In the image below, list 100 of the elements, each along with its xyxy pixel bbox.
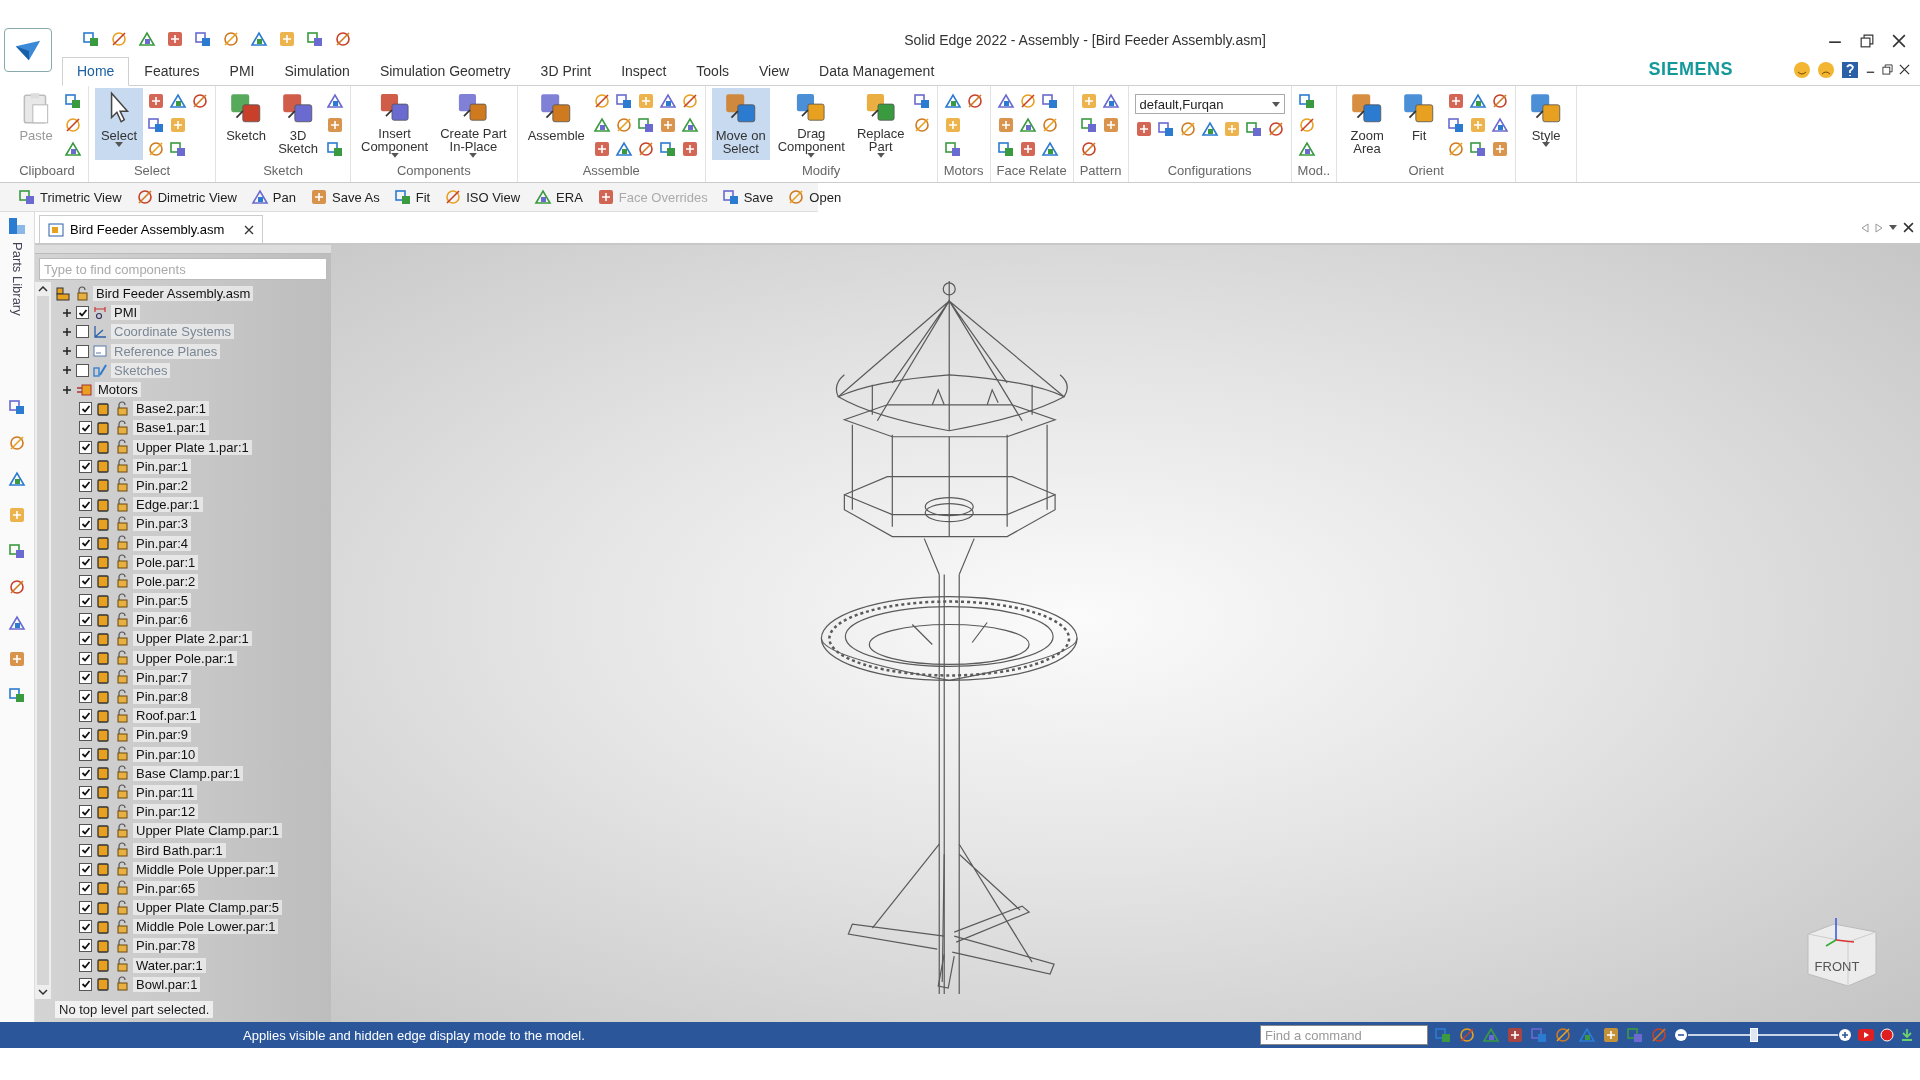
- ribbon-tab[interactable]: Simulation: [269, 57, 365, 86]
- tool-icon[interactable]: [393, 188, 412, 206]
- checkbox[interactable]: [79, 517, 92, 531]
- tree-item[interactable]: Pin.par:12: [133, 804, 199, 820]
- tool-icon[interactable]: [1602, 1026, 1620, 1044]
- checkbox[interactable]: [76, 306, 89, 320]
- tool-icon[interactable]: [1018, 140, 1037, 158]
- ribbon-button[interactable]: Drag Component: [773, 88, 849, 160]
- tree-item[interactable]: Water.par:1: [133, 957, 206, 973]
- tree-item[interactable]: Base2.par:1: [133, 401, 210, 417]
- ribbon-tab[interactable]: 3D Print: [525, 57, 607, 86]
- tool-icon[interactable]: [169, 92, 187, 110]
- checkbox[interactable]: [79, 651, 92, 665]
- sad-face-icon[interactable]: [1817, 60, 1835, 79]
- scroll-up-icon[interactable]: [38, 286, 48, 292]
- expand-icon[interactable]: [61, 325, 73, 338]
- tool-icon[interactable]: [8, 577, 26, 596]
- tool-icon[interactable]: [912, 92, 931, 110]
- search-field[interactable]: Type to find components: [39, 258, 327, 280]
- tool-icon[interactable]: [658, 92, 677, 110]
- expand-icon[interactable]: [61, 364, 73, 377]
- tool-icon[interactable]: [8, 541, 26, 560]
- checkbox[interactable]: [79, 881, 92, 895]
- checkbox[interactable]: [79, 728, 92, 742]
- tool-icon[interactable]: [636, 140, 655, 158]
- tool-icon[interactable]: [1554, 1026, 1572, 1044]
- tree-item[interactable]: Pole.par:2: [133, 573, 199, 589]
- tree-item[interactable]: Pin.par:65: [133, 880, 199, 896]
- tool-icon[interactable]: [18, 188, 36, 206]
- toolbar-button[interactable]: Pan: [250, 188, 296, 206]
- toolbar-button[interactable]: ERA: [534, 188, 583, 206]
- tree-item[interactable]: Upper Plate Clamp.par:5: [133, 900, 283, 916]
- tool-icon[interactable]: [1447, 92, 1466, 110]
- restore-icon[interactable]: [1882, 64, 1893, 76]
- panel-tab[interactable]: Parts Library: [9, 242, 25, 316]
- expand-icon[interactable]: [61, 306, 73, 319]
- checkbox[interactable]: [79, 632, 92, 646]
- tree-item[interactable]: Edge.par:1: [133, 497, 203, 513]
- tool-icon[interactable]: [8, 613, 26, 632]
- tool-icon[interactable]: [194, 30, 212, 49]
- checkbox[interactable]: [76, 363, 89, 377]
- ribbon-button[interactable]: Style: [1522, 88, 1571, 160]
- tree-item[interactable]: Pole.par:1: [133, 554, 199, 570]
- expand-icon[interactable]: [61, 383, 73, 396]
- tool-icon[interactable]: [1297, 140, 1316, 158]
- tree-item[interactable]: Pin.par:4: [133, 535, 192, 551]
- tool-icon[interactable]: [166, 30, 184, 49]
- tool-icon[interactable]: [636, 116, 655, 134]
- toolbar-button[interactable]: Fit: [393, 188, 431, 206]
- document-tab[interactable]: Bird Feeder Assembly.asm: [39, 215, 264, 243]
- tool-icon[interactable]: [996, 140, 1015, 158]
- tree-item[interactable]: Pin.par:11: [133, 784, 198, 800]
- ribbon-tab[interactable]: View: [744, 57, 805, 86]
- tool-icon[interactable]: [996, 116, 1015, 134]
- tree-item[interactable]: Base1.par:1: [133, 420, 210, 436]
- ribbon-button[interactable]: Zoom Area: [1343, 88, 1392, 160]
- checkbox[interactable]: [79, 824, 92, 838]
- ribbon-tab[interactable]: Inspect: [606, 57, 682, 86]
- checkbox[interactable]: [79, 690, 92, 704]
- tree-item[interactable]: Pin.par:5: [133, 593, 192, 609]
- tool-icon[interactable]: [222, 30, 240, 49]
- tool-icon[interactable]: [658, 116, 677, 134]
- tree-item[interactable]: Pin.par:1: [133, 458, 192, 474]
- tool-icon[interactable]: [250, 188, 269, 206]
- tool-icon[interactable]: [680, 92, 699, 110]
- zoom-in-icon[interactable]: [1838, 1028, 1852, 1042]
- record-icon[interactable]: [1880, 1028, 1894, 1042]
- tool-icon[interactable]: [721, 188, 740, 206]
- configuration-dropdown[interactable]: default,Furqan: [1134, 94, 1285, 114]
- tool-icon[interactable]: [64, 116, 82, 134]
- tool-icon[interactable]: [1447, 116, 1466, 134]
- tree-item[interactable]: Pin.par:10: [133, 746, 199, 762]
- tool-icon[interactable]: [326, 116, 344, 134]
- tool-icon[interactable]: [1079, 140, 1098, 158]
- app-menu-button[interactable]: [4, 28, 52, 72]
- tool-icon[interactable]: [191, 92, 209, 110]
- tool-icon[interactable]: [1506, 1026, 1524, 1044]
- tool-icon[interactable]: [169, 140, 187, 158]
- checkbox[interactable]: [79, 747, 92, 761]
- tree-item[interactable]: Pin.par:9: [133, 727, 192, 743]
- tool-icon[interactable]: [614, 140, 633, 158]
- video-icon[interactable]: [1858, 1029, 1874, 1041]
- ribbon-button[interactable]: Assemble: [523, 88, 589, 160]
- tool-icon[interactable]: [1491, 92, 1510, 110]
- ribbon-tab[interactable]: Features: [129, 57, 215, 86]
- tree-item[interactable]: Pin.par:78: [133, 938, 199, 954]
- toolbar-button[interactable]: Dimetric View: [135, 188, 237, 206]
- tool-icon[interactable]: [1491, 140, 1510, 158]
- tool-icon[interactable]: [1156, 120, 1175, 138]
- tool-icon[interactable]: [1134, 120, 1153, 138]
- tool-icon[interactable]: [8, 397, 26, 416]
- ribbon-button[interactable]: Fit: [1395, 88, 1444, 160]
- tree-item[interactable]: Roof.par:1: [133, 708, 200, 724]
- toolbar-button[interactable]: ISO View: [444, 188, 521, 206]
- close-icon[interactable]: [1903, 222, 1914, 233]
- tool-icon[interactable]: [1458, 1026, 1476, 1044]
- close-icon[interactable]: [1892, 34, 1906, 49]
- tool-icon[interactable]: [1040, 92, 1059, 110]
- tool-icon[interactable]: [326, 92, 344, 110]
- ribbon-button[interactable]: Select: [95, 88, 143, 160]
